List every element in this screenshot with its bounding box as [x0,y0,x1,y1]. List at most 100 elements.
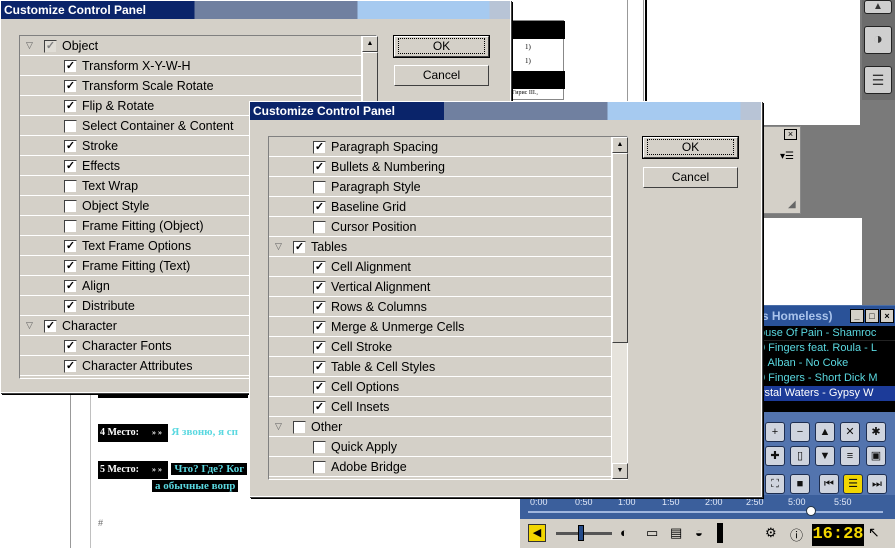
options-icon[interactable]: ⚙ [765,525,777,541]
cancel-button[interactable]: Cancel [643,167,738,188]
ok-button[interactable]: OK [642,136,739,159]
option-row[interactable]: ✓ Transform X-Y-W-H [20,56,362,76]
move-down-icon[interactable]: ▼ [815,446,835,466]
checkbox[interactable]: ✓ [313,141,326,154]
checkbox[interactable]: ✓ [64,100,77,113]
checkbox[interactable]: ✓ [313,201,326,214]
option-row[interactable]: ✓ Table & Cell Styles [269,357,612,377]
checkbox[interactable]: ✓ [313,321,326,334]
maximize-icon[interactable]: □ [865,309,879,323]
shuffle-icon[interactable]: ✕ [840,422,860,442]
option-row[interactable]: ✓ Baseline Grid [269,197,612,217]
next-icon[interactable]: ⏭ [867,474,887,494]
stop-icon[interactable]: ■ [790,474,810,494]
move-up-icon[interactable]: ▲ [815,422,835,442]
option-row[interactable]: ✓ Rows & Columns [269,297,612,317]
swatches-icon[interactable]: ◑ [864,26,892,54]
checkbox[interactable] [64,200,77,213]
checkbox[interactable] [313,441,326,454]
settings-icon[interactable]: ✱ [866,422,886,442]
checkbox[interactable]: ✓ [64,280,77,293]
close-icon[interactable]: × [784,129,797,140]
checkbox[interactable] [64,180,77,193]
option-row[interactable]: ▽ Other [269,417,612,437]
panel-menu-icon[interactable]: ▾☰ [780,151,794,162]
fullscreen-icon[interactable]: ⛶ [765,474,785,494]
option-row[interactable]: ✓ Transform Scale Rotate [20,76,362,96]
volume-thumb[interactable] [578,525,584,541]
checkbox[interactable] [64,120,77,133]
checkbox[interactable]: ✓ [313,281,326,294]
resize-grip-icon[interactable]: ◢ [788,199,796,210]
scroll-up-icon[interactable]: ▲ [362,36,378,52]
panel-button-top[interactable]: ▲ [864,0,892,14]
playlist-item-selected[interactable]: ystal Waters - Gypsy W [757,386,895,401]
add-folder-icon[interactable]: ✚ [765,446,785,466]
option-row[interactable]: ✓ Cell Stroke [269,337,612,357]
timeline[interactable]: 0:00 0:50 1:00 1:50 2:00 2:50 5:00 5:50 [520,495,895,519]
expand-triangle-icon[interactable]: ▽ [275,421,282,432]
checkbox[interactable]: ✓ [313,301,326,314]
save-icon[interactable]: ▣ [866,446,886,466]
checkbox[interactable]: ✓ [313,381,326,394]
checkbox[interactable]: ✓ [64,140,77,153]
option-row[interactable]: ▽ ✓ Object [20,36,362,56]
option-row[interactable]: ▽ ✓ Tables [269,237,612,257]
option-row[interactable]: ✓ Paragraph Spacing [269,137,612,157]
file-icon[interactable]: ▯ [790,446,810,466]
expand-triangle-icon[interactable]: ▽ [26,40,33,51]
ok-button[interactable]: OK [393,35,490,58]
option-row[interactable]: ✓ Vertical Alignment [269,277,612,297]
previous-icon[interactable]: ⏮ [819,474,839,494]
option-row[interactable]: ✓ Cell Alignment [269,257,612,277]
option-row[interactable]: Adobe Bridge [269,457,612,477]
add-icon[interactable]: + [765,422,785,442]
checkbox[interactable] [64,220,77,233]
volume-icon[interactable]: ◀ [528,524,546,542]
scroll-down-icon[interactable]: ▼ [612,463,628,479]
playlist-item[interactable]: ouse Of Pain - Shamroc [757,326,895,341]
volume-slider[interactable] [556,532,612,535]
checkbox[interactable] [313,221,326,234]
checkbox[interactable] [313,181,326,194]
checkbox[interactable]: ✓ [64,160,77,173]
checkbox[interactable]: ✓ [313,361,326,374]
checkbox[interactable]: ✓ [44,40,57,53]
timeline-thumb[interactable] [806,506,816,516]
scroll-thumb[interactable] [612,153,628,343]
equalizer-icon[interactable]: ▤ [670,525,682,541]
checkbox[interactable]: ✓ [313,401,326,414]
expand-triangle-icon[interactable]: ▽ [275,241,282,252]
checkbox[interactable]: ✓ [64,300,77,313]
close-icon[interactable]: × [880,309,894,323]
remove-icon[interactable]: − [790,422,810,442]
checkbox[interactable]: ✓ [313,341,326,354]
balance-icon[interactable]: ◐ [620,525,628,540]
checkbox[interactable]: ✓ [64,260,77,273]
checkbox[interactable]: ✓ [64,340,77,353]
option-row[interactable]: ✓ Bullets & Numbering [269,157,612,177]
checkbox[interactable] [293,421,306,434]
pointer-icon[interactable]: ↖ [868,524,880,541]
expand-triangle-icon[interactable]: ▽ [26,320,33,331]
playlist-item[interactable]: r. Alban - No Coke [757,356,895,371]
playlist-icon[interactable]: ◒ [695,525,703,540]
option-row[interactable]: ✓ Cell Insets [269,397,612,417]
scroll-up-icon[interactable]: ▲ [612,137,628,153]
checkbox[interactable]: ✓ [64,80,77,93]
scrollbar-front[interactable]: ▲ ▼ [611,137,628,479]
info-icon[interactable]: ⓘ [790,525,803,544]
screen-icon[interactable]: ▭ [646,525,658,541]
checkbox[interactable]: ✓ [44,320,57,333]
playlist-item[interactable]: 0 Fingers feat. Roula - L [757,341,895,356]
option-row[interactable]: Paragraph Style [269,177,612,197]
option-row[interactable]: Cursor Position [269,217,612,237]
option-row[interactable]: Quick Apply [269,437,612,457]
checkbox[interactable]: ✓ [313,161,326,174]
minimize-icon[interactable]: _ [850,309,864,323]
checkbox[interactable]: ✓ [64,240,77,253]
option-row[interactable]: ✓ Cell Options [269,377,612,397]
checkbox[interactable]: ✓ [293,241,306,254]
checkbox[interactable]: ✓ [64,60,77,73]
cancel-button[interactable]: Cancel [394,65,489,86]
